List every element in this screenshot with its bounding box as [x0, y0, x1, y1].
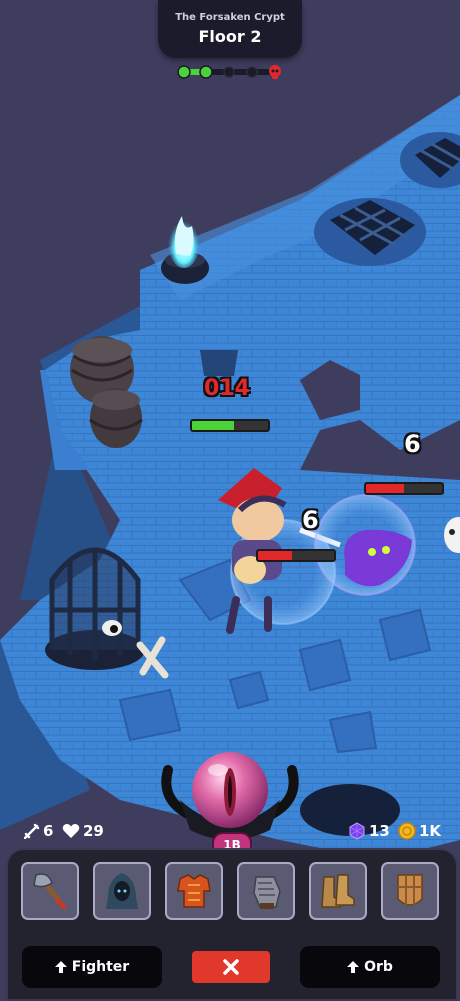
attack-value: 6: [43, 822, 54, 840]
enemy-health-fill: [366, 484, 404, 493]
health-value: 29: [83, 822, 104, 840]
orb-button-label: Orb: [364, 959, 393, 975]
dungeon-name: The Forsaken Crypt: [175, 12, 285, 23]
fighter-button[interactable]: Fighter: [22, 946, 162, 988]
axe-icon: [33, 873, 67, 910]
coins-stat: 1K: [398, 822, 441, 840]
gem-icon: [349, 822, 365, 840]
gems-stat: 13: [348, 822, 390, 840]
floor-progress: [177, 65, 281, 79]
gauntlet-icon: [253, 876, 281, 909]
damage-number: 014: [204, 376, 250, 401]
progress-node-2: [199, 65, 213, 79]
damage-number: 6: [404, 430, 421, 458]
equipment-slot-armor[interactable]: [165, 862, 223, 920]
player-health-fill: [192, 421, 234, 430]
heart-icon: [62, 824, 80, 838]
chest-armor-icon: [177, 874, 211, 908]
progress-node-3: [223, 66, 235, 78]
health-stat: 29: [62, 822, 104, 840]
ghost-enemy: [314, 494, 416, 596]
equipment-slot-shield[interactable]: [381, 862, 439, 920]
enemy-health-bar: [256, 549, 336, 562]
enemy-health-fill: [258, 551, 293, 560]
floor-header: The Forsaken Crypt Floor 2: [158, 0, 302, 58]
close-button[interactable]: [192, 951, 270, 983]
arrow-up-icon: [347, 961, 360, 973]
equipment-slot-axe[interactable]: [21, 862, 79, 920]
equipment-slot-boots[interactable]: [309, 862, 367, 920]
progress-node-1: [177, 65, 191, 79]
player-health-bar: [190, 419, 270, 432]
coin-icon: [398, 822, 416, 840]
arrow-up-icon: [54, 961, 67, 973]
equipment-slot-gauntlet[interactable]: [237, 862, 295, 920]
fighter-button-label: Fighter: [71, 959, 130, 975]
equipment-slot-hood[interactable]: [93, 862, 151, 920]
coins-value: 1K: [419, 822, 442, 840]
attack-stat: 6: [24, 822, 53, 840]
orb-button[interactable]: Orb: [300, 946, 440, 988]
hood-icon: [106, 873, 138, 909]
skull-icon: [269, 65, 281, 79]
sword-icon: [24, 823, 40, 839]
shield-icon: [397, 874, 423, 906]
close-icon: [223, 959, 239, 975]
progress-node-4: [246, 66, 258, 78]
equipment-panel: Fighter Orb: [6, 848, 458, 1001]
boots-icon: [321, 874, 355, 908]
gems-value: 13: [369, 822, 390, 840]
damage-number: 6: [302, 506, 319, 534]
enemy-health-bar: [364, 482, 444, 495]
floor-label: Floor 2: [198, 27, 262, 46]
